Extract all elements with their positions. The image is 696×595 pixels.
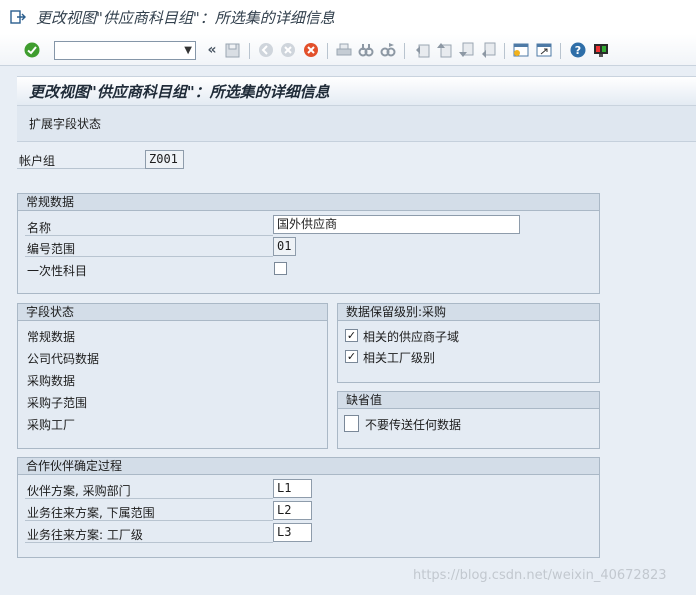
- customize-icon[interactable]: [593, 42, 609, 58]
- check-icon[interactable]: [24, 42, 40, 58]
- save-icon[interactable]: [224, 42, 240, 58]
- vendor-subrange-label: 相关的供应商子域: [363, 330, 460, 344]
- standard-toolbar: ▼ « ?: [0, 34, 696, 66]
- command-field[interactable]: ▼: [54, 41, 196, 60]
- vendor-subrange-checkbox[interactable]: ✓: [345, 329, 358, 342]
- window-title: 更改视图"供应商科目组"：所选集的详细信息: [36, 8, 335, 27]
- screen-header: 更改视图"供应商科目组"：所选集的详细信息: [17, 76, 696, 106]
- exit-icon[interactable]: [280, 42, 296, 58]
- watermark: https://blog.csdn.net/weixin_40672823: [413, 568, 667, 583]
- group-title: 数据保留级别:采购: [338, 304, 599, 321]
- partner-schema-field[interactable]: L1: [273, 479, 312, 498]
- last-page-icon[interactable]: [480, 42, 496, 58]
- back-double-icon[interactable]: «: [204, 42, 220, 58]
- expand-field-status-button[interactable]: 扩展字段状态: [29, 115, 101, 132]
- command-input[interactable]: [55, 42, 175, 59]
- no-data-transfer-checkbox[interactable]: [344, 415, 359, 432]
- name-label: 名称: [27, 221, 52, 235]
- general-data-group: 常规数据: [17, 193, 600, 294]
- field-status-item[interactable]: 采购数据: [27, 372, 75, 389]
- new-session-icon[interactable]: [513, 42, 529, 58]
- field-status-item[interactable]: 采购工厂: [27, 416, 75, 433]
- no-data-transfer-label: 不要传送任何数据: [365, 418, 462, 432]
- page-title: 更改视图"供应商科目组"：所选集的详细信息: [29, 82, 330, 101]
- plant-level-checkbox[interactable]: ✓: [345, 350, 358, 363]
- account-group-field[interactable]: Z001: [145, 150, 184, 169]
- one-time-account-checkbox[interactable]: [274, 262, 287, 275]
- application-toolbar: 扩展字段状态: [17, 106, 696, 142]
- plant-schema-field[interactable]: L3: [273, 523, 312, 542]
- exit-window-icon[interactable]: [10, 9, 26, 25]
- number-range-field[interactable]: 01: [273, 237, 296, 256]
- title-bar: 更改视图"供应商科目组"：所选集的详细信息: [0, 0, 696, 34]
- find-icon[interactable]: [358, 42, 374, 58]
- prev-page-icon[interactable]: [436, 42, 452, 58]
- field-status-item[interactable]: 公司代码数据: [27, 350, 99, 367]
- account-group-label: 帐户组: [19, 154, 56, 168]
- first-page-icon[interactable]: [414, 42, 430, 58]
- back-icon[interactable]: [258, 42, 274, 58]
- group-title: 缺省值: [338, 392, 599, 409]
- plant-schema-label: 业务往来方案: 工厂级: [27, 528, 143, 542]
- shortcut-icon[interactable]: [536, 42, 552, 58]
- group-title: 合作伙伴确定过程: [18, 458, 599, 475]
- group-title: 常规数据: [18, 194, 599, 211]
- number-range-label: 编号范围: [27, 242, 76, 256]
- field-status-item[interactable]: 采购子范围: [27, 394, 87, 411]
- help-icon[interactable]: ?: [570, 42, 586, 58]
- group-title: 字段状态: [18, 304, 327, 321]
- one-time-account-label: 一次性科目: [27, 264, 88, 278]
- svg-text:?: ?: [575, 44, 581, 57]
- subrange-schema-label: 业务往来方案, 下属范围: [27, 506, 155, 520]
- field-status-item[interactable]: 常规数据: [27, 328, 75, 345]
- next-page-icon[interactable]: [458, 42, 474, 58]
- cancel-icon[interactable]: [303, 42, 319, 58]
- partner-schema-label: 伙伴方案, 采购部门: [27, 484, 131, 498]
- dropdown-icon[interactable]: ▼: [184, 42, 192, 59]
- subrange-schema-field[interactable]: L2: [273, 501, 312, 520]
- find-next-icon[interactable]: [380, 42, 396, 58]
- plant-level-label: 相关工厂级别: [363, 351, 436, 365]
- print-icon[interactable]: [336, 42, 352, 58]
- name-field[interactable]: 国外供应商: [273, 215, 520, 234]
